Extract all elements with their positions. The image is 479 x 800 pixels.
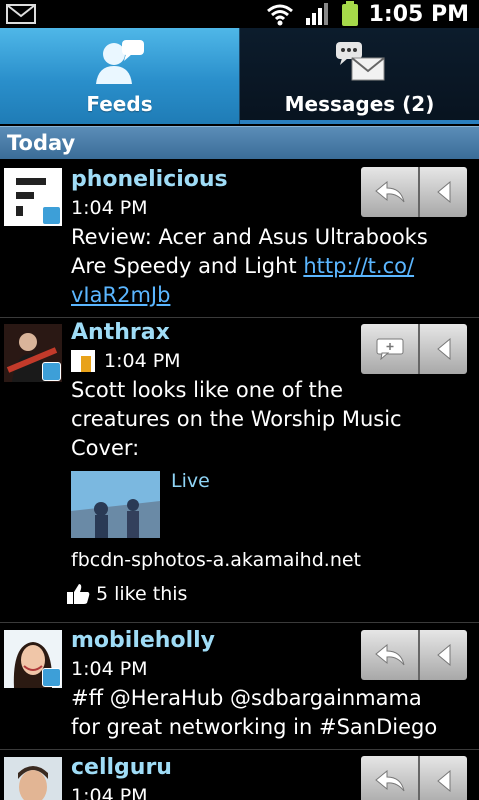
- expand-arrow-icon: [436, 770, 450, 792]
- section-header: Today: [0, 126, 479, 159]
- mail-icon: [6, 4, 36, 24]
- post-text: #ff @HeraHub @sdbargainmama for great ne…: [71, 686, 438, 739]
- twitter-badge-icon: [42, 206, 61, 225]
- avatar[interactable]: [4, 324, 62, 382]
- avatar[interactable]: [4, 757, 62, 800]
- post-link[interactable]: http://t.co/: [303, 254, 414, 278]
- feed-list: phonelicious 1:04 PM Review: Acer and As…: [0, 159, 479, 800]
- tab-messages-label: Messages (2): [284, 92, 435, 116]
- comment-icon: [376, 338, 403, 360]
- action-buttons: [361, 324, 467, 374]
- action-buttons: [361, 756, 467, 800]
- reply-icon: [374, 644, 404, 666]
- expand-arrow-icon: [436, 644, 450, 666]
- feed-item[interactable]: phonelicious 1:04 PM Review: Acer and As…: [0, 159, 479, 318]
- action-buttons: [361, 630, 467, 680]
- reply-button[interactable]: [361, 630, 420, 680]
- comment-button[interactable]: [361, 324, 420, 374]
- feed-item[interactable]: mobileholly 1:04 PM #ff @HeraHub @sdbarg…: [0, 623, 479, 750]
- post-text: Scott looks like one of the creatures on…: [71, 378, 402, 460]
- attachment-thumbnail[interactable]: [71, 471, 160, 538]
- facebook-source-icon: [71, 350, 95, 372]
- twitter-badge-icon: [42, 668, 61, 687]
- battery-icon: [341, 1, 358, 26]
- thumbs-up-icon: [67, 584, 90, 604]
- signal-icon: [305, 3, 328, 25]
- attachment-label[interactable]: Live: [171, 470, 210, 492]
- post-link-continued[interactable]: vIaR2mJb: [71, 283, 170, 307]
- likes-count: 5 like this: [96, 583, 188, 605]
- timestamp: 1:04 PM: [104, 350, 181, 372]
- reply-button[interactable]: [361, 756, 420, 800]
- expand-button[interactable]: [420, 167, 467, 217]
- expand-arrow-icon: [436, 181, 450, 203]
- expand-button[interactable]: [420, 756, 467, 800]
- expand-arrow-icon: [436, 338, 450, 360]
- username[interactable]: Anthrax: [71, 320, 170, 345]
- reply-icon: [374, 770, 404, 792]
- tab-bar: Feeds Messages (2): [0, 28, 479, 124]
- avatar[interactable]: [4, 630, 62, 688]
- likes[interactable]: 5 like this: [66, 583, 187, 605]
- feed-item[interactable]: Anthrax 1:04 PM Scott looks like one of …: [0, 318, 479, 623]
- action-buttons: [361, 167, 467, 217]
- reply-button[interactable]: [361, 167, 420, 217]
- attachment-domain: fbcdn-sphotos-a.akamaihd.net: [71, 549, 362, 571]
- clock: 1:05 PM: [368, 1, 469, 27]
- wifi-icon: [266, 4, 293, 26]
- twitter-badge-icon: [42, 362, 61, 381]
- username[interactable]: cellguru: [71, 755, 172, 780]
- feed-item[interactable]: cellguru 1:04 PM: [0, 750, 479, 800]
- expand-button[interactable]: [420, 630, 467, 680]
- section-header-label: Today: [7, 131, 76, 155]
- username[interactable]: phonelicious: [71, 167, 228, 192]
- tab-feeds-label: Feeds: [86, 92, 153, 116]
- status-bar: 1:05 PM: [0, 0, 479, 28]
- tab-feeds[interactable]: Feeds: [0, 28, 239, 124]
- avatar[interactable]: [4, 168, 62, 226]
- timestamp: 1:04 PM: [71, 658, 148, 680]
- username[interactable]: mobileholly: [71, 628, 215, 653]
- tab-messages[interactable]: Messages (2): [239, 28, 479, 124]
- feeds-person-icon: [95, 40, 144, 84]
- expand-button[interactable]: [420, 324, 467, 374]
- reply-icon: [374, 181, 404, 203]
- cellguru-avatar-photo: [4, 757, 62, 800]
- post-text: Review: Acer and Asus Ultrabooks Are Spe…: [71, 225, 428, 307]
- messages-envelope-icon: [335, 42, 385, 81]
- timestamp: 1:04 PM: [71, 197, 148, 219]
- timestamp: 1:04 PM: [71, 785, 148, 800]
- concert-photo: [71, 471, 160, 538]
